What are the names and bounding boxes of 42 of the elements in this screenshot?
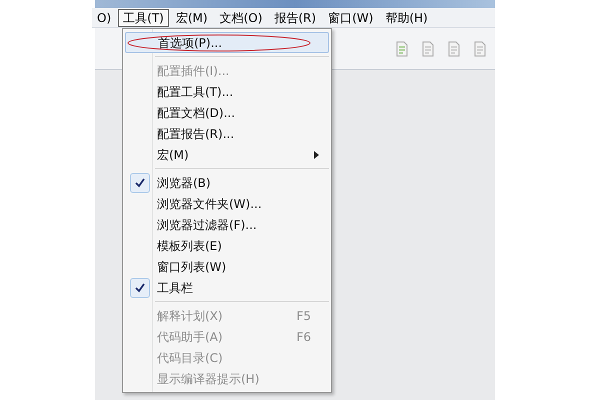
menu-item-label: 模板列表(E) (157, 238, 222, 254)
checkmark-icon (130, 172, 150, 192)
menu-item[interactable]: 模板列表(E) (125, 235, 329, 256)
menu-item-label: 首选项(P)... (158, 34, 222, 52)
menu-item-label: 浏览器文件夹(W)... (157, 196, 262, 212)
menu-item-label: 配置报告(R)... (157, 126, 234, 142)
menu-bar-item[interactable]: O) (92, 8, 116, 26)
menu-item-label: 代码目录(C) (157, 350, 223, 366)
menu-item-label: 解释计划(X) (157, 308, 223, 324)
menu-item-label: 配置插件(I)... (157, 62, 230, 80)
menu-item-label: 浏览器(B) (157, 174, 211, 192)
document-icon[interactable] (447, 40, 461, 56)
menu-item-label: 显示编译器提示(H) (157, 370, 260, 388)
menu-item-label: 配置工具(T)... (157, 84, 234, 100)
menu-item[interactable]: 浏览器过滤器(F)... (125, 214, 329, 235)
menu-bar-item[interactable]: 宏(M) (170, 8, 213, 26)
menu-item-label: 窗口列表(W) (157, 258, 226, 276)
document-icon[interactable] (421, 40, 435, 56)
menu-item-label: 浏览器过滤器(F)... (157, 216, 257, 234)
menu-item-label: 宏(M) (157, 146, 189, 164)
menu-item[interactable]: 工具栏 (125, 277, 329, 298)
menu-bar-item[interactable]: 窗口(W) (323, 8, 378, 26)
shortcut-label: F6 (296, 328, 311, 346)
menu-bar-item[interactable]: 工具(T) (118, 8, 169, 26)
menu-item-label: 代码助手(A) (157, 328, 223, 346)
menu-item[interactable]: 浏览器(B) (125, 172, 329, 193)
menu-bar-item[interactable]: 文档(O) (214, 8, 268, 26)
shortcut-label: F5 (296, 308, 311, 324)
menu-item[interactable]: 窗口列表(W) (125, 256, 329, 277)
menu-item[interactable]: 配置文档(D)... (125, 102, 329, 123)
document-icon[interactable] (395, 40, 409, 56)
menu-item-label: 配置文档(D)... (157, 104, 236, 122)
checkmark-icon (130, 278, 150, 298)
document-icon[interactable] (473, 40, 487, 56)
menu-item-label: 工具栏 (157, 280, 193, 296)
menu-item[interactable]: 宏(M) (125, 144, 329, 165)
menu-bar-item[interactable]: 帮助(H) (380, 8, 433, 26)
menu-bar-item[interactable]: 报告(R) (269, 8, 322, 26)
menu-item[interactable]: 配置工具(T)... (125, 81, 329, 102)
menu-item[interactable]: 配置报告(R)... (125, 123, 329, 144)
menu-item[interactable]: 首选项(P)... (125, 32, 329, 53)
menu-item[interactable]: 浏览器文件夹(W)... (125, 193, 329, 214)
